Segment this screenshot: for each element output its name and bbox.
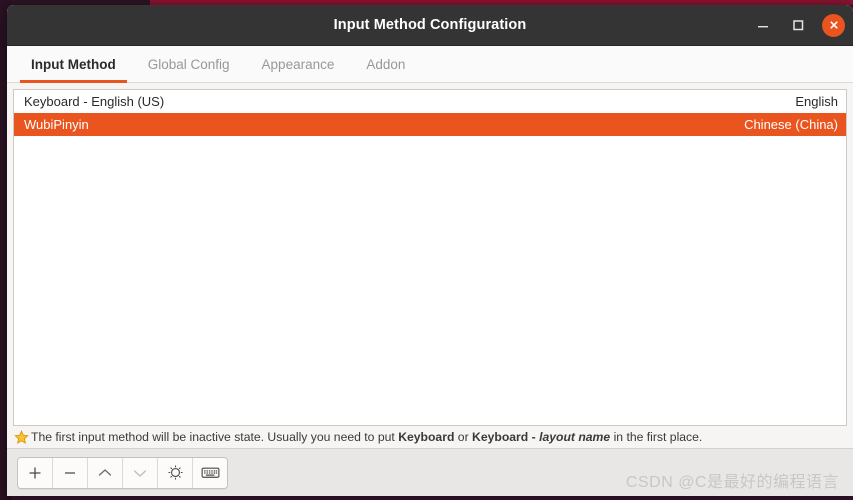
chevron-down-icon [133, 469, 147, 477]
add-button[interactable] [18, 457, 53, 488]
tab-appearance[interactable]: Appearance [246, 46, 351, 82]
window-controls [752, 5, 845, 45]
table-row[interactable]: WubiPinyin Chinese (China) [14, 113, 846, 136]
hint-italic-layout-name: layout name [539, 429, 611, 444]
tab-label: Appearance [261, 56, 335, 72]
tab-addon[interactable]: Addon [350, 46, 421, 82]
input-method-list: Keyboard - English (US) English WubiPiny… [14, 90, 846, 136]
minus-icon [65, 471, 75, 474]
input-method-language: English [795, 94, 838, 109]
bottom-toolbar-area: CSDN @C是最好的编程语言 [7, 448, 853, 496]
move-down-button[interactable] [123, 457, 158, 488]
star-icon [14, 429, 29, 445]
close-button[interactable] [822, 13, 845, 37]
tab-input-method[interactable]: Input Method [15, 46, 132, 83]
input-method-configuration-window: Input Method Configuration Input Method [7, 5, 853, 496]
input-method-name: WubiPinyin [24, 117, 89, 132]
maximize-button[interactable] [787, 14, 809, 36]
keyboard-layout-button[interactable] [193, 457, 227, 488]
keyboard-icon [201, 467, 219, 478]
plus-icon [29, 467, 41, 478]
hint-text-part1: The first input method will be inactive … [31, 429, 399, 444]
tab-global-config[interactable]: Global Config [132, 46, 246, 82]
toolbar [17, 456, 228, 489]
chevron-up-icon [98, 468, 112, 476]
watermark: CSDN @C是最好的编程语言 [625, 474, 839, 491]
configure-button[interactable] [158, 457, 193, 488]
window-titlebar[interactable]: Input Method Configuration [7, 5, 853, 46]
input-method-list-panel: Keyboard - English (US) English WubiPiny… [13, 89, 847, 426]
hint-bold-keyboard-layout: Keyboard - [472, 429, 540, 444]
table-row[interactable]: Keyboard - English (US) English [14, 90, 846, 113]
tab-label: Global Config [147, 56, 230, 72]
minimize-button[interactable] [752, 14, 774, 36]
input-method-language: Chinese (China) [744, 117, 838, 132]
move-up-button[interactable] [88, 457, 123, 488]
input-method-name: Keyboard - English (US) [24, 94, 165, 109]
hint-text-part3: in the first place. [610, 429, 703, 444]
gear-icon [168, 465, 182, 480]
window-title: Input Method Configuration [333, 17, 527, 33]
tab-bar: Input Method Global Config Appearance Ad… [7, 46, 853, 83]
hint-bar: The first input method will be inactive … [7, 426, 853, 448]
tab-label: Addon [366, 56, 406, 72]
tab-label: Input Method [31, 56, 116, 72]
hint-text-part2: or [454, 429, 473, 444]
remove-button[interactable] [53, 457, 88, 488]
hint-bold-keyboard: Keyboard [398, 429, 455, 444]
hint-text: The first input method will be inactive … [31, 431, 702, 443]
